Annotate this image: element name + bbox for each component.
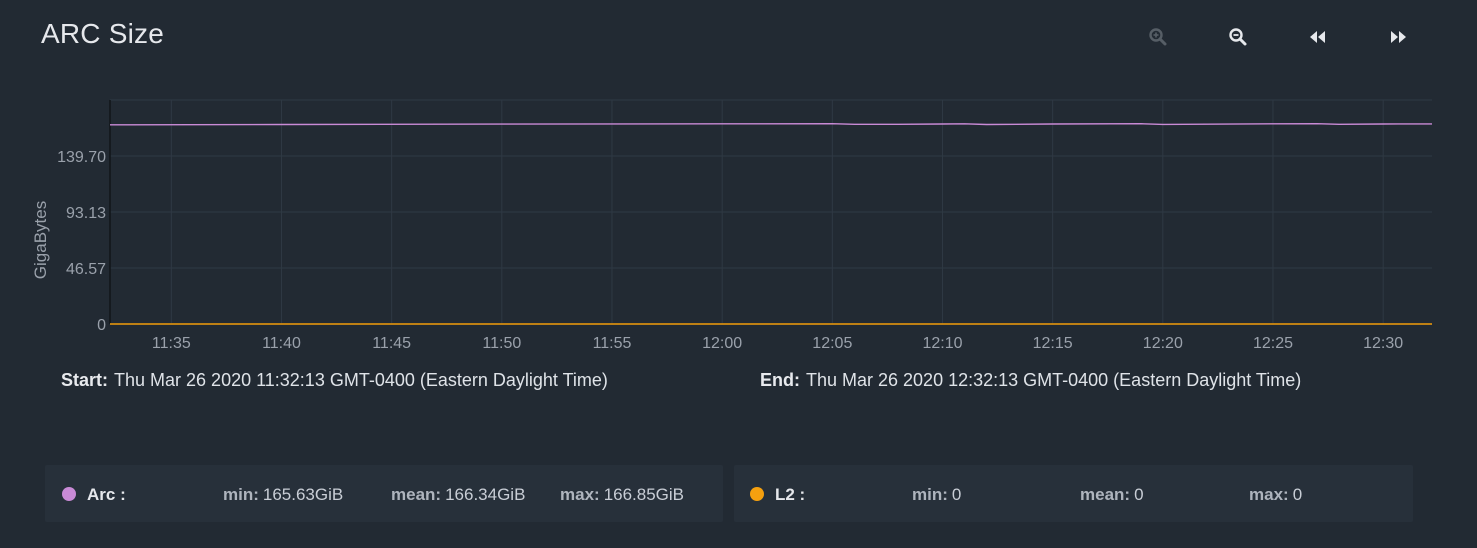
legend-l2-min-value: 0 [951,485,962,504]
legend-arc-max-label: max: [560,485,600,504]
range-end: End: Thu Mar 26 2020 12:32:13 GMT-0400 (E… [760,370,1301,391]
legend-l2-min: min: 0 [912,485,961,505]
y-tick-label: 0 [97,317,106,334]
y-tick-labels: 0 46.57 93.13 139.70 [57,149,106,334]
x-tick-label: 11:55 [593,335,632,352]
legend-arc-mean: mean: 166.34GiB [391,485,525,505]
legend-l2-mean-value: 0 [1134,485,1144,504]
range-end-label: End: [760,370,800,390]
x-tick-label: 11:35 [152,335,191,352]
range-start-label: Start: [61,370,109,390]
x-tick-label: 12:05 [812,335,852,352]
x-tick-label: 11:50 [482,335,521,352]
range-end-value: Thu Mar 26 2020 12:32:13 GMT-0400 (Easte… [806,370,1302,390]
legend-l2-min-label: min: [912,485,948,504]
x-tick-labels: 11:35 11:40 11:45 11:50 11:55 12:00 12:05 12:10… [152,335,1403,352]
legend-item-l2[interactable]: L2 : min: 0 mean: 0 max: 0 [734,465,1413,522]
range-start-value: Thu Mar 26 2020 11:32:13 GMT-0400 (Easte… [114,370,608,390]
legend-l2-name: L2 : [775,485,806,504]
y-tick-label: 139.70 [57,149,106,166]
x-tick-label: 12:25 [1253,335,1293,352]
legend-arc-name: Arc : [87,485,126,504]
legend-arc-min-label: min: [223,485,259,504]
y-axis-label: GigaBytes [31,201,50,279]
x-tick-label: 12:20 [1143,335,1183,352]
legend-arc-min: min: 165.63GiB [223,485,343,505]
legend-arc-max-value: 166.85GiB [603,485,685,504]
x-tick-label: 12:10 [922,335,962,352]
x-tick-label: 12:15 [1033,335,1073,352]
x-tick-label: 11:40 [262,335,301,352]
legend-arc-mean-value: 166.34GiB [445,485,526,504]
x-tick-label: 12:00 [702,335,742,352]
y-tick-label: 93.13 [66,205,106,222]
arc-size-card: ARC Size 0 46.57 93.13 139.70 11:35 11:4… [0,0,1477,548]
legend-arc-dot [62,487,76,501]
legend-arc-max: max: 166.85GiB [560,485,684,505]
x-tick-label: 11:45 [372,335,411,352]
chart-series [109,122,1433,325]
legend-l2-dot [750,487,764,501]
line-chart: 046.5793.13139.70 11:35 11:40 11:45 11:50 11… [31,99,1433,352]
y-tick-label: 46.57 [66,261,106,278]
legend-arc-min-value: 165.63GiB [262,485,344,504]
range-start: Start: Thu Mar 26 2020 11:32:13 GMT-0400 … [61,370,608,391]
legend-l2-mean: mean: 0 [1080,485,1144,505]
series-line-arc [109,122,1433,126]
legend-l2-max: max: 0 [1249,485,1302,505]
legend-l2-mean-label: mean: [1080,485,1131,504]
legend-l2-max-value: 0 [1292,485,1303,504]
x-tick-label: 12:30 [1363,335,1403,352]
legend-l2-max-label: max: [1249,485,1289,504]
legend-item-arc[interactable]: Arc : min: 165.63GiB mean: 166.34GiB max: 1… [45,465,723,522]
grid-lines [110,99,1432,324]
legend-arc-mean-label: mean: [391,485,442,504]
